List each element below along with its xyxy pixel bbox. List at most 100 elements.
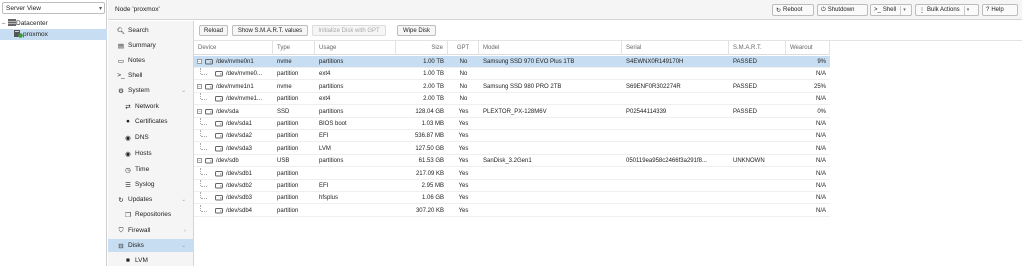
- chevron-right-icon[interactable]: ›: [184, 228, 186, 234]
- cell-wearout: 0%: [817, 108, 826, 115]
- cell-device: /dev/nvme1n1: [216, 83, 254, 90]
- gears-icon: ⚙: [118, 87, 124, 95]
- reboot-button[interactable]: ↻ Reboot: [772, 4, 814, 16]
- cell-usage: EFI: [319, 183, 329, 189]
- cell-type: partition: [277, 96, 299, 103]
- partition-row[interactable]: /dev/nvme0... partition ext4 1.00 TB No N/A: [194, 68, 830, 81]
- cell-device: /dev/sda2: [226, 133, 253, 140]
- partition-row[interactable]: /dev/sdb1 partition 217.09 KB Yes N/A: [194, 167, 830, 180]
- column-header-serial[interactable]: Serial: [622, 41, 729, 55]
- tree-item-node[interactable]: proxmox: [0, 29, 107, 40]
- cell-usage: ext4: [319, 96, 331, 103]
- cell-serial: [626, 192, 729, 204]
- cell-type: partition: [277, 183, 299, 189]
- collapse-toggle-icon[interactable]: −: [197, 59, 202, 64]
- cell-device: /dev/nvme0...: [226, 71, 263, 78]
- terminal-icon: >_: [117, 72, 125, 79]
- help-button[interactable]: ? Help: [982, 4, 1018, 16]
- cell-size: 2.00 TB: [423, 83, 444, 90]
- nav-item-time[interactable]: ◷ Time: [108, 163, 194, 176]
- cell-type: SSD: [277, 108, 290, 115]
- column-header-size[interactable]: Size: [396, 41, 448, 55]
- nav-item-search[interactable]: 🔍︎ Search: [108, 24, 194, 37]
- cell-gpt: No: [459, 96, 468, 103]
- cell-gpt: Yes: [458, 183, 469, 189]
- partition-row[interactable]: /dev/sda3 partition LVM 127.50 GB Yes N/A: [194, 142, 830, 155]
- nav-item-notes[interactable]: ▭ Notes: [108, 54, 194, 67]
- column-header-type[interactable]: Type: [273, 41, 315, 55]
- column-header-wearout[interactable]: Wearout: [786, 41, 830, 55]
- collapse-toggle-icon[interactable]: −: [197, 158, 202, 164]
- partition-row[interactable]: /dev/nvme1... partition ext4 2.00 TB No N/A: [194, 93, 830, 106]
- chevron-down-icon[interactable]: ⌄: [181, 243, 186, 249]
- chevron-down-icon[interactable]: ▾: [900, 5, 906, 15]
- hdd-icon: [205, 58, 213, 65]
- init-gpt-button[interactable]: Initialize Disk with GPT: [312, 25, 386, 36]
- cell-size: 1.06 GB: [421, 195, 444, 202]
- hdd-icon: [215, 170, 223, 177]
- cell-type: partition: [277, 207, 299, 214]
- nav-item-disks[interactable]: ⊟ Disks ⌄: [108, 239, 194, 252]
- disk-row[interactable]: − /dev/sda SSD partitions 128.04 GB Yes PLEXTO…: [194, 106, 830, 118]
- cell-smart: PASSED: [733, 83, 757, 90]
- nav-item-network[interactable]: ⇄ Network: [108, 100, 194, 113]
- partition-row[interactable]: /dev/sdb3 partition hfsplus 1.06 GB Yes N/A: [194, 192, 830, 205]
- globe-icon: ◉: [125, 134, 131, 142]
- show-smart-button[interactable]: Show S.M.A.R.T. values: [232, 25, 308, 36]
- tree-item-datacenter[interactable]: – Datacenter: [0, 18, 107, 29]
- column-header-usage[interactable]: Usage: [315, 41, 396, 55]
- column-header-model[interactable]: Model: [479, 41, 622, 55]
- partition-row[interactable]: /dev/sda1 partition BIOS boot 1.03 MB Yes N/A: [194, 118, 830, 130]
- column-header-device[interactable]: Device: [194, 41, 273, 55]
- nav-item-system[interactable]: ⚙ System ⌄: [108, 84, 194, 97]
- chevron-down-icon[interactable]: ⌄: [181, 88, 186, 94]
- nav-item-shell[interactable]: >_ Shell: [108, 69, 194, 82]
- nav-item-hosts[interactable]: ◉ Hosts: [108, 147, 194, 160]
- chevron-down-icon[interactable]: ⌄: [181, 197, 186, 203]
- shield-icon: ⛉: [118, 226, 124, 234]
- disk-row[interactable]: − /dev/sdb USB partitions 61.53 GB Yes SanDisk…: [194, 155, 830, 168]
- nav-item-firewall[interactable]: ⛉ Firewall ›: [108, 224, 194, 237]
- bulk-actions-button[interactable]: ⋮ Bulk Actions ▾: [915, 4, 979, 16]
- nav-item-updates[interactable]: ↻ Updates ⌄: [108, 193, 194, 206]
- cell-size: 61.53 GB: [418, 158, 444, 165]
- disk-row[interactable]: − /dev/nvme1n1 nvme partitions 2.00 TB No Sams…: [194, 81, 830, 93]
- collapse-toggle-icon[interactable]: −: [197, 108, 202, 114]
- hdd-icon: [205, 157, 213, 164]
- nav-item-dns[interactable]: ◉ DNS: [108, 131, 194, 144]
- reload-button[interactable]: Reload: [199, 25, 228, 36]
- shell-label: Shell: [882, 7, 897, 13]
- cell-device: /dev/sda3: [226, 145, 253, 152]
- wipe-disk-button[interactable]: Wipe Disk: [397, 25, 436, 36]
- tree-item-label: proxmox: [23, 31, 48, 38]
- shell-button[interactable]: >_ Shell ▾: [870, 4, 912, 16]
- cell-model: [483, 130, 622, 142]
- nav-item-summary[interactable]: ▤ Summary: [108, 39, 194, 52]
- cell-serial: P02544114339: [626, 108, 667, 115]
- disk-row[interactable]: − /dev/nvme0n1 nvme partitions 1.00 TB No Sams…: [194, 56, 830, 68]
- column-header-smart[interactable]: S.M.A.R.T.: [729, 41, 786, 55]
- partition-row[interactable]: /dev/sdb2 partition EFI 2.95 MB Yes N/A: [194, 180, 830, 192]
- collapse-toggle-icon[interactable]: −: [197, 83, 202, 89]
- shutdown-button[interactable]: ⏻ Shutdown: [817, 4, 868, 16]
- cell-wearout: N/A: [815, 71, 826, 78]
- cell-smart: [733, 118, 786, 130]
- partition-row[interactable]: /dev/sdb4 partition 307.20 KB Yes N/A: [194, 204, 830, 217]
- chevron-down-icon[interactable]: ▾: [963, 5, 969, 15]
- cell-smart: [733, 130, 786, 142]
- collapse-icon[interactable]: –: [0, 21, 7, 27]
- cell-usage: BIOS boot: [319, 121, 347, 127]
- column-header-gpt[interactable]: GPT: [448, 41, 479, 55]
- tree-line: [201, 74, 207, 76]
- cell-smart: [733, 93, 786, 105]
- nav-item-syslog[interactable]: ☰ Syslog: [108, 178, 194, 191]
- hdd-icon: [205, 83, 213, 90]
- cell-type: partition: [277, 121, 299, 127]
- partition-row[interactable]: /dev/sda2 partition EFI 536.87 MB Yes N/A: [194, 130, 830, 143]
- nav-item-repositories[interactable]: ❐ Repositories: [108, 208, 194, 221]
- nav-item-certificates[interactable]: ● Certificates: [108, 115, 194, 128]
- cell-model: Samsung SSD 980 PRO 2TB: [483, 83, 562, 90]
- view-select[interactable]: Server View ▾: [2, 2, 105, 14]
- nav-item-lvm[interactable]: ■ LVM: [108, 254, 194, 266]
- chevron-down-icon: ▾: [98, 5, 102, 12]
